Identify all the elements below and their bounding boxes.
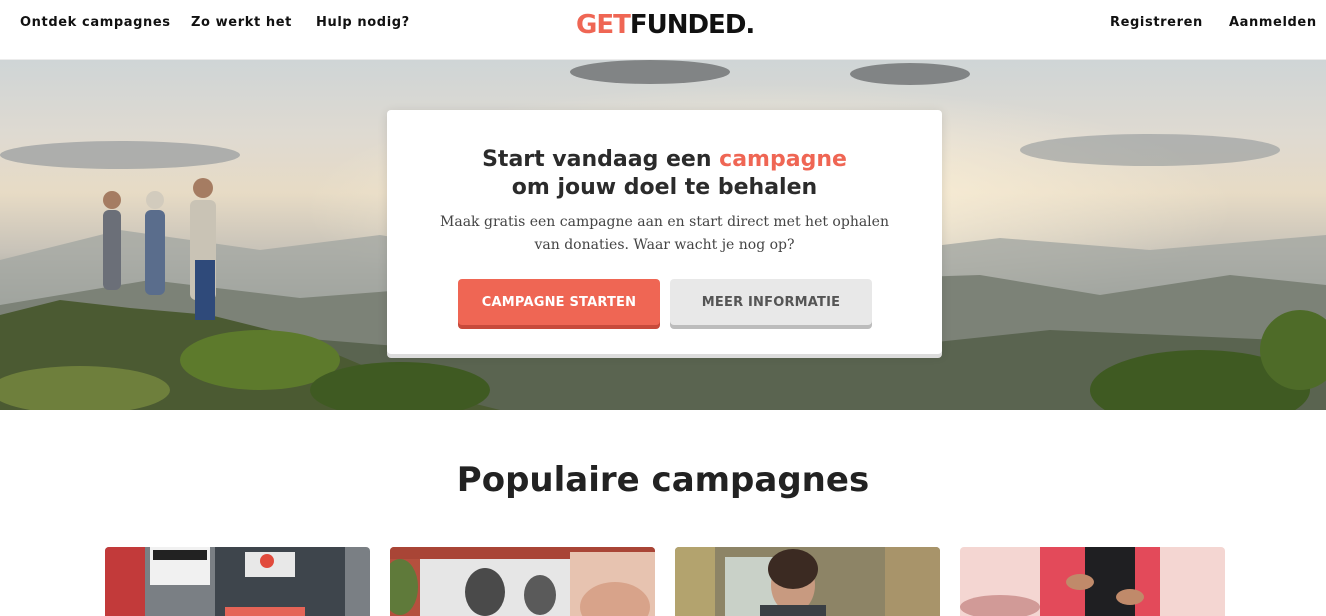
popular-campaigns-title: Populaire campagnes — [456, 460, 870, 500]
hero-description: Maak gratis een campagne aan en start di… — [440, 214, 889, 253]
nav-link-register[interactable]: Registreren — [1110, 15, 1203, 30]
hero-title-prefix: Start vandaag een — [482, 147, 720, 172]
more-info-button[interactable]: MEER INFORMATIE — [670, 279, 872, 325]
campaign-card[interactable] — [960, 547, 1225, 616]
nav-link-how-it-works[interactable]: Zo werkt het — [191, 15, 292, 30]
hero-cta-card: Start vandaag een campagne om jouw doel … — [387, 110, 942, 354]
campaign-card[interactable] — [105, 547, 370, 616]
hero-title-accent: campagne — [719, 147, 847, 172]
storefront-photo — [105, 547, 370, 616]
logo[interactable]: GETFUNDED. — [576, 10, 755, 40]
campaign-card[interactable] — [390, 547, 655, 616]
hero-title: Start vandaag een campagne om jouw doel … — [387, 146, 942, 202]
top-navigation: Ontdek campagnes Zo werkt het Hulp nodig… — [0, 0, 1326, 60]
logo-text-get: GET — [576, 10, 631, 40]
nav-link-discover-campaigns[interactable]: Ontdek campagnes — [20, 15, 171, 30]
hands-photo — [960, 547, 1225, 616]
hero-title-line2: om jouw doel te behalen — [511, 175, 818, 200]
family-portrait-photo — [390, 547, 655, 616]
woman-portrait-photo — [675, 547, 940, 616]
campaign-card[interactable] — [675, 547, 940, 616]
nav-link-help[interactable]: Hulp nodig? — [316, 15, 410, 30]
nav-link-login[interactable]: Aanmelden — [1229, 15, 1317, 30]
start-campaign-button[interactable]: CAMPAGNE STARTEN — [458, 279, 660, 325]
logo-text-funded: FUNDED. — [629, 10, 755, 40]
